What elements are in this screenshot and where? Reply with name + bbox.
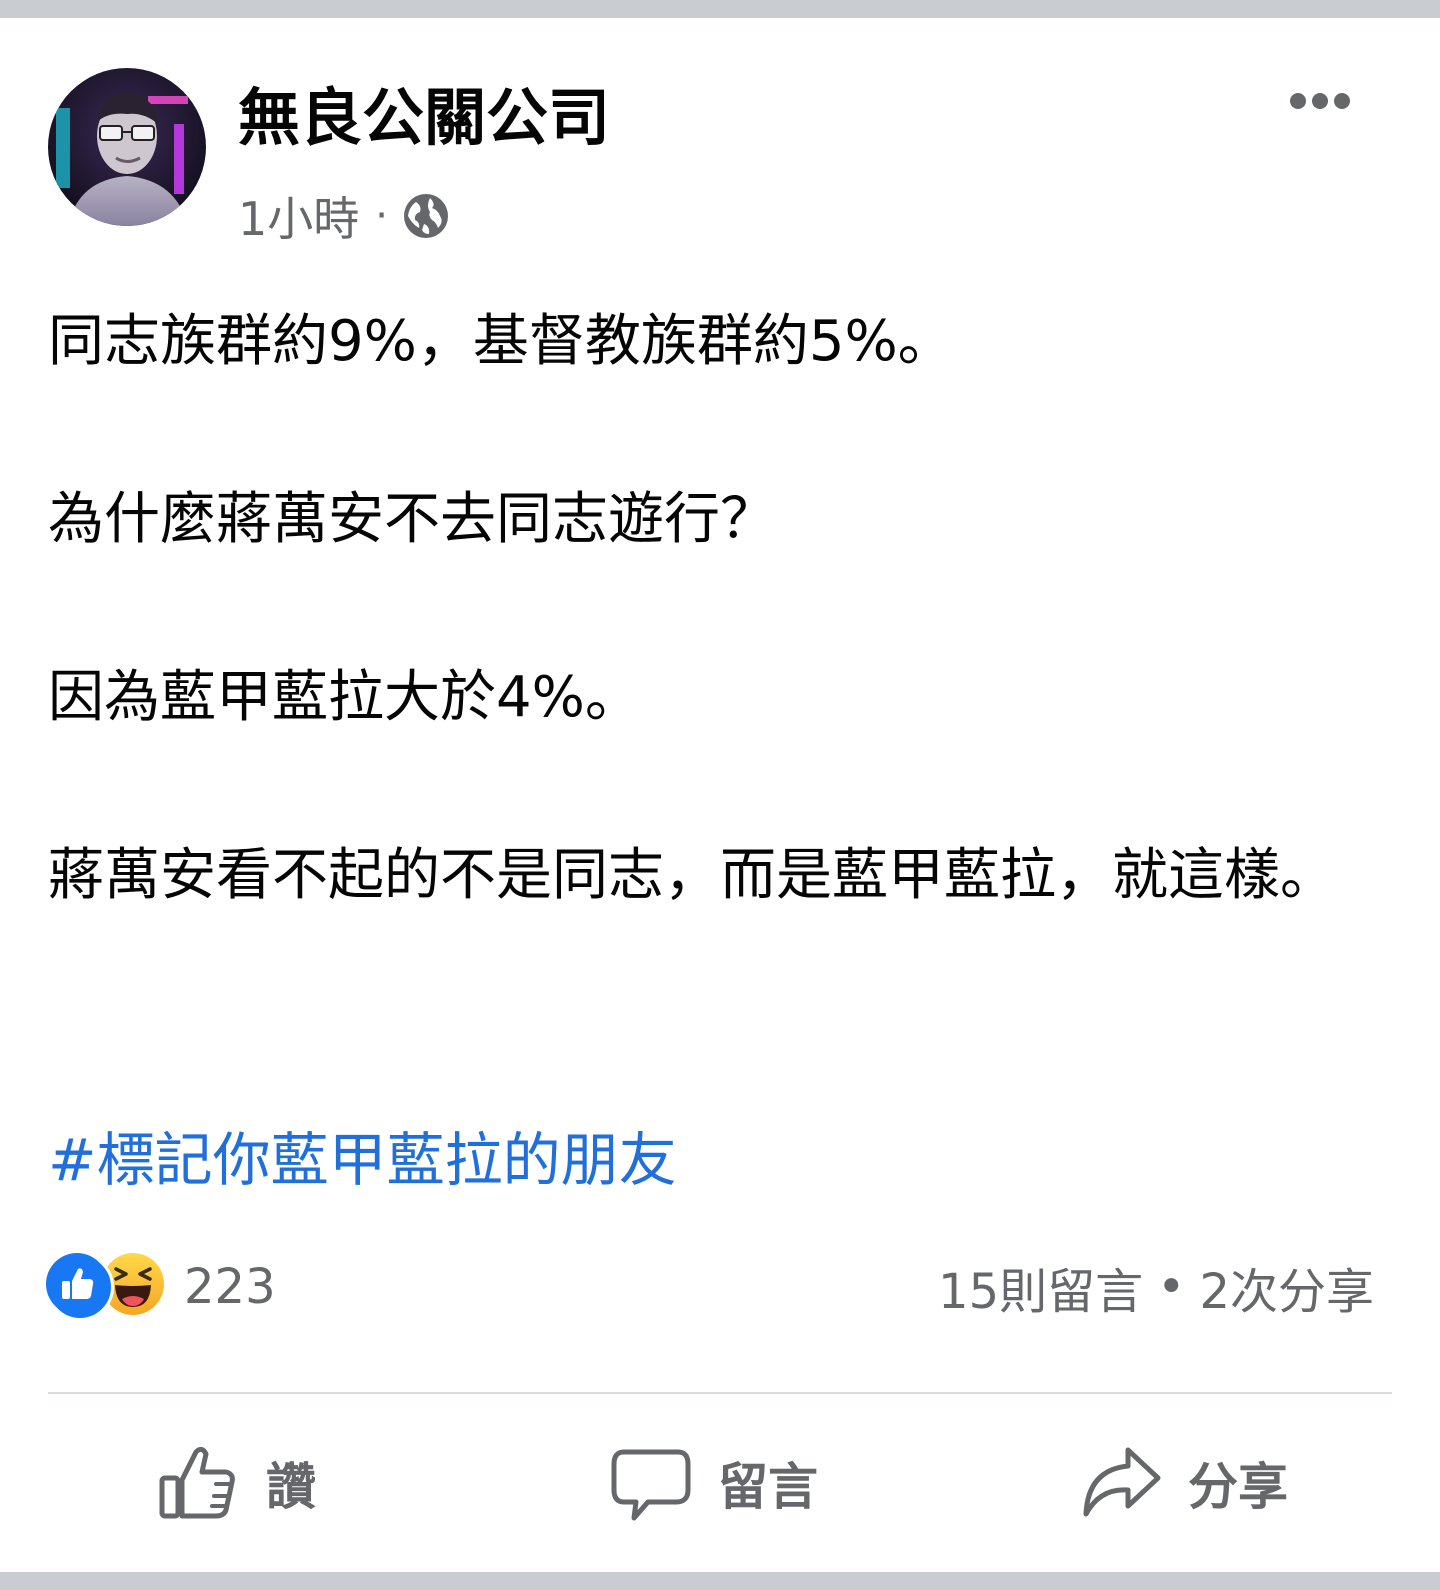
- share-count-link[interactable]: 2次分享: [1199, 1252, 1374, 1322]
- post-meta: 1小時 ·: [238, 188, 450, 246]
- hashtag-link[interactable]: #標記你藍甲藍拉的朋友: [48, 1114, 677, 1206]
- bottom-separator-band: [0, 1572, 1440, 1590]
- meta-separator: ·: [375, 193, 388, 239]
- like-reaction-icon: [46, 1253, 114, 1321]
- share-button[interactable]: 分享: [1078, 1438, 1288, 1528]
- comment-icon: [611, 1449, 691, 1521]
- globe-icon[interactable]: [402, 192, 450, 240]
- engagement-counts: 15則留言 • 2次分享: [938, 1254, 1374, 1320]
- share-arrow-icon: [1083, 1447, 1161, 1517]
- comment-count-link[interactable]: 15則留言: [938, 1252, 1143, 1322]
- post-paragraph: 為什麼蔣萬安不去同志遊行？: [48, 487, 776, 552]
- post-time[interactable]: 1小時: [238, 183, 359, 249]
- divider: [48, 1392, 1392, 1394]
- post-paragraph: 同志族群約9%，基督教族群約5%。: [48, 309, 954, 374]
- avatar[interactable]: [48, 68, 206, 226]
- like-button[interactable]: 讚: [156, 1438, 316, 1528]
- like-button-label: 讚: [266, 1458, 316, 1516]
- more-dot-icon: [1334, 93, 1350, 109]
- share-button-label: 分享: [1188, 1458, 1288, 1516]
- reaction-count: 223: [184, 1259, 276, 1315]
- more-options-button[interactable]: [1270, 76, 1370, 126]
- top-separator-band: [0, 0, 1440, 18]
- post-paragraph: 因為藍甲藍拉大於4%。: [48, 665, 641, 730]
- author-name[interactable]: 無良公關公司: [238, 78, 610, 158]
- counts-separator: •: [1157, 1259, 1186, 1315]
- post-card: 無良公關公司 1小時 · 同志族群約9%，基督教族群約5%。 為什麼蔣萬安不去同…: [0, 18, 1440, 1572]
- reactions-summary[interactable]: 223: [46, 1253, 276, 1321]
- post-paragraph: 蔣萬安看不起的不是同志，而是藍甲藍拉，就這樣。: [48, 843, 1336, 908]
- comment-button-label: 留言: [718, 1458, 818, 1516]
- more-dot-icon: [1312, 93, 1328, 109]
- thumbs-up-icon: [159, 1446, 235, 1519]
- comment-button[interactable]: 留言: [608, 1438, 818, 1528]
- more-dot-icon: [1290, 93, 1306, 109]
